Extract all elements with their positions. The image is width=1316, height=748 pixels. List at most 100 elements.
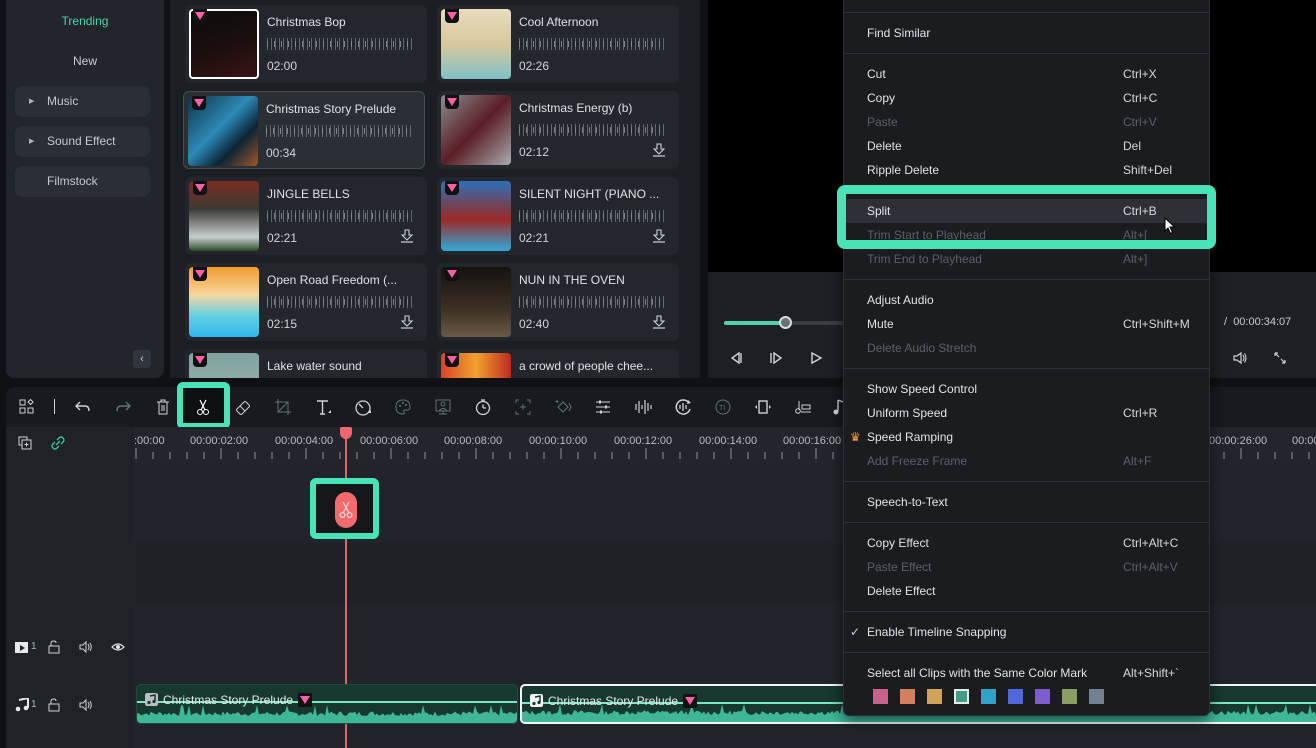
color-mark-swatch[interactable]	[1008, 689, 1023, 704]
menu-item-shortcut: Ctrl+X	[1123, 67, 1157, 81]
split-menu-highlight	[837, 185, 1216, 249]
adjust-icon[interactable]	[594, 398, 612, 416]
category-filmstock[interactable]: Filmstock	[15, 166, 150, 197]
track-duration: 02:26	[519, 59, 550, 73]
fullscreen-icon[interactable]	[1272, 350, 1288, 366]
download-icon[interactable]	[401, 229, 413, 243]
music-edit-icon[interactable]	[794, 398, 812, 416]
ruler-tick-label: 00:00:04:00	[275, 435, 334, 447]
music-card[interactable]: a crowd of people chee...	[437, 349, 679, 378]
menu-item-enable-timeline-snapping[interactable]: ✓ Enable Timeline Snapping	[844, 620, 1209, 644]
ruler-tick-label: 00:00:06:00	[360, 435, 419, 447]
play-icon[interactable]	[808, 350, 824, 366]
download-icon[interactable]	[653, 315, 665, 329]
menu-item-delete[interactable]: Delete Del	[844, 134, 1209, 158]
category-sound-effect[interactable]: ▶ Sound Effect	[15, 126, 150, 157]
menu-item-copy-effect[interactable]: Copy Effect Ctrl+Alt+C	[844, 531, 1209, 555]
color-mark-swatch[interactable]	[954, 689, 969, 704]
split-icon[interactable]	[194, 398, 212, 416]
music-card[interactable]: Cool Afternoon 02:26	[437, 5, 679, 83]
music-card[interactable]: JINGLE BELLS 02:21	[185, 177, 427, 255]
color-mark-swatch[interactable]	[1035, 689, 1050, 704]
menu-item-adjust-audio[interactable]: Adjust Audio	[844, 288, 1209, 312]
speech-text-icon[interactable]: TI	[714, 398, 732, 416]
music-card[interactable]: SILENT NIGHT (PIANO ... 02:21	[437, 177, 679, 255]
menu-item-ripple-delete[interactable]: Ripple Delete Shift+Del	[844, 158, 1209, 182]
text-icon[interactable]	[314, 398, 332, 416]
color-mark-swatch[interactable]	[1062, 689, 1077, 704]
layout-icon[interactable]	[18, 398, 36, 416]
tab-new[interactable]: New	[6, 54, 164, 68]
menu-separator	[844, 481, 1209, 482]
eye-icon[interactable]	[111, 640, 125, 654]
audio-beat-icon[interactable]	[634, 398, 652, 416]
music-card[interactable]: Christmas Energy (b) 02:12	[437, 91, 679, 169]
music-card[interactable]: Christmas Bop 02:00	[185, 5, 427, 83]
menu-item-speed-ramping[interactable]: ♛ Speed Ramping	[844, 425, 1209, 449]
redo-icon[interactable]	[114, 398, 132, 416]
menu-item-label: Enable Timeline Snapping	[867, 625, 1007, 639]
playhead-split-button[interactable]	[335, 492, 357, 528]
color-mark-swatch[interactable]	[873, 689, 888, 704]
color-mark-swatch[interactable]	[927, 689, 942, 704]
menu-item-uniform-speed[interactable]: Uniform Speed Ctrl+R	[844, 401, 1209, 425]
menu-item-mute[interactable]: Mute Ctrl+Shift+M	[844, 312, 1209, 336]
color-mark-swatch[interactable]	[981, 689, 996, 704]
next-frame-icon[interactable]	[768, 350, 784, 366]
playhead-handle[interactable]	[340, 427, 352, 439]
category-music[interactable]: ▶ Music	[15, 86, 150, 117]
menu-item-speech-to-text[interactable]: Speech-to-Text	[844, 490, 1209, 514]
color-icon[interactable]	[394, 398, 412, 416]
crop-icon[interactable]	[274, 398, 292, 416]
color-mark-swatch[interactable]	[1089, 689, 1104, 704]
premium-gem-icon	[445, 353, 459, 367]
track-volume-icon[interactable]	[79, 698, 93, 712]
track-volume-icon[interactable]	[79, 640, 93, 654]
menu-item-select-all-clips-with-the-same-color-mark[interactable]: Select all Clips with the Same Color Mar…	[844, 661, 1209, 685]
music-card[interactable]: Lake water sound	[185, 349, 427, 378]
track-duration: 00:34	[266, 146, 297, 160]
audio-sync-icon[interactable]	[674, 398, 692, 416]
undo-icon[interactable]	[74, 398, 92, 416]
eraser-icon[interactable]	[234, 398, 252, 416]
freeze-icon[interactable]	[754, 398, 772, 416]
download-icon[interactable]	[401, 315, 413, 329]
ruler-tick-label: 00:00:08:00	[444, 435, 503, 447]
menu-item-find-similar[interactable]: Find Similar	[844, 21, 1209, 45]
menu-item-delete-effect[interactable]: Delete Effect	[844, 579, 1209, 603]
music-card[interactable]: NUN IN THE OVEN 02:40	[437, 263, 679, 341]
zoom-frame-icon[interactable]	[514, 398, 532, 416]
link-icon[interactable]	[51, 436, 65, 450]
tab-trending[interactable]: Trending	[6, 14, 164, 28]
menu-item-shortcut: Ctrl+Alt+C	[1123, 536, 1179, 550]
keyframe-icon[interactable]	[554, 398, 572, 416]
crown-icon: ♛	[850, 430, 861, 444]
scrubber-handle[interactable]	[779, 316, 793, 329]
menu-item-show-speed-control[interactable]: Show Speed Control	[844, 377, 1209, 401]
timer-icon[interactable]	[474, 398, 492, 416]
delete-icon[interactable]	[154, 398, 172, 416]
music-note-icon	[145, 693, 158, 706]
collapse-sidebar-button[interactable]: ‹	[133, 350, 151, 368]
audio-clip[interactable]: Christmas Story Prelude	[136, 684, 518, 724]
music-card[interactable]: Christmas Story Prelude 00:34	[183, 91, 425, 169]
download-icon[interactable]	[653, 143, 665, 157]
speed-icon[interactable]	[354, 398, 372, 416]
checkmark-icon: ✓	[850, 625, 861, 639]
ai-portrait-icon[interactable]	[434, 398, 452, 416]
preview-scrubber[interactable]	[724, 316, 854, 329]
add-track-icon[interactable]	[18, 436, 32, 450]
ruler-tick-label: 00:00:02:00	[190, 435, 249, 447]
previous-frame-icon[interactable]	[728, 350, 744, 366]
menu-separator	[844, 279, 1209, 280]
volume-icon[interactable]	[1232, 350, 1248, 366]
lock-icon[interactable]	[47, 640, 61, 654]
download-icon[interactable]	[653, 229, 665, 243]
menu-item-copy[interactable]: Copy Ctrl+C	[844, 86, 1209, 110]
menu-item-label: Trim End to Playhead	[867, 252, 982, 266]
menu-item-label: Uniform Speed	[867, 406, 948, 420]
menu-item-cut[interactable]: Cut Ctrl+X	[844, 62, 1209, 86]
color-mark-swatch[interactable]	[900, 689, 915, 704]
lock-icon[interactable]	[47, 698, 61, 712]
music-card[interactable]: Open Road Freedom (... 02:15	[185, 263, 427, 341]
